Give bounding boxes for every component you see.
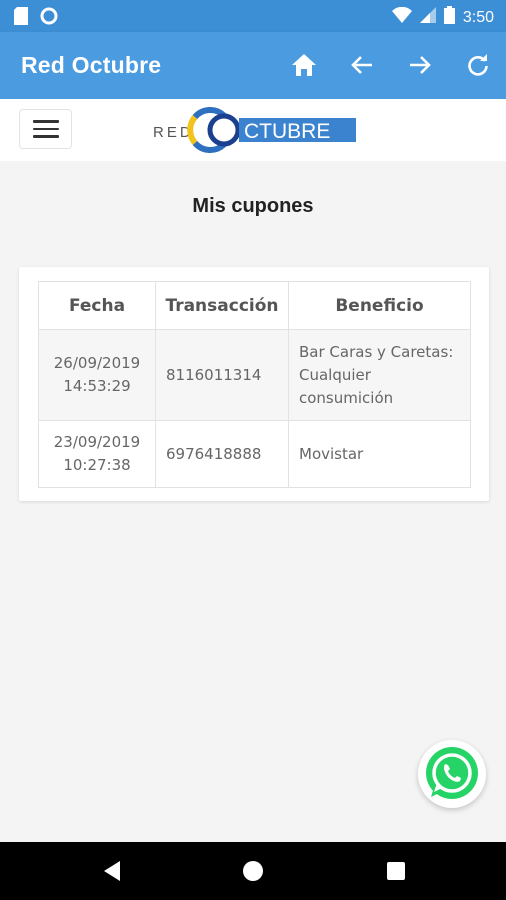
whatsapp-button[interactable] bbox=[418, 740, 486, 808]
app-bar: Red Octubre bbox=[0, 32, 506, 99]
menu-toggle-button[interactable] bbox=[19, 109, 72, 149]
app-title: Red Octubre bbox=[21, 52, 162, 78]
cell-beneficio: Bar Caras y Caretas: Cualquier consumici… bbox=[288, 329, 471, 421]
cell-beneficio: Movistar bbox=[288, 420, 471, 488]
site-header: RED CTUBRE bbox=[0, 99, 506, 161]
cell-fecha: 23/09/2019 10:27:38 bbox=[38, 420, 156, 488]
column-header-beneficio: Beneficio bbox=[288, 281, 471, 330]
table-row: 23/09/2019 10:27:38 6976418888 Movistar bbox=[38, 420, 471, 488]
system-nav-bar bbox=[0, 842, 506, 900]
cell-time: 14:53:29 bbox=[63, 377, 131, 395]
circle-notification-icon bbox=[40, 7, 58, 30]
menu-line bbox=[32, 135, 59, 138]
beneficio-line: Bar Caras y Caretas: bbox=[299, 342, 454, 361]
logo-text-octubre: CTUBRE bbox=[244, 120, 330, 143]
menu-line bbox=[32, 120, 59, 123]
wifi-icon bbox=[391, 6, 412, 28]
home-icon[interactable] bbox=[290, 51, 318, 79]
back-arrow-icon[interactable] bbox=[348, 51, 376, 79]
table-row: 26/09/2019 14:53:29 8116011314 Bar Caras… bbox=[38, 329, 471, 421]
beneficio-line: Cualquier bbox=[299, 365, 371, 384]
sd-card-icon bbox=[14, 7, 28, 30]
page-title: Mis cupones bbox=[192, 195, 314, 217]
beneficio-line: Movistar bbox=[299, 444, 364, 463]
recents-square-icon[interactable] bbox=[383, 858, 409, 884]
cell-date: 23/09/2019 bbox=[53, 433, 141, 451]
cell-date: 26/09/2019 bbox=[53, 354, 141, 372]
status-time: 3:50 bbox=[462, 8, 494, 26]
cell-fecha: 26/09/2019 14:53:29 bbox=[38, 329, 156, 421]
column-header-transaccion: Transacción bbox=[155, 281, 289, 330]
column-header-fecha: Fecha bbox=[38, 281, 156, 330]
menu-line bbox=[32, 127, 59, 131]
cell-time: 10:27:38 bbox=[63, 456, 131, 474]
forward-arrow-icon[interactable] bbox=[406, 51, 434, 79]
beneficio-line: consumición bbox=[299, 388, 394, 407]
signal-icon bbox=[419, 7, 436, 28]
back-triangle-icon[interactable] bbox=[99, 858, 125, 884]
cell-transaccion: 8116011314 bbox=[155, 329, 289, 421]
whatsapp-icon bbox=[426, 747, 478, 799]
battery-icon bbox=[443, 6, 455, 29]
refresh-icon[interactable] bbox=[464, 51, 492, 79]
home-circle-icon[interactable] bbox=[240, 858, 266, 884]
status-bar: 3:50 bbox=[0, 0, 506, 32]
cell-transaccion: 6976418888 bbox=[155, 420, 289, 488]
red-octubre-logo[interactable]: RED CTUBRE bbox=[150, 102, 360, 158]
coupons-card: Fecha Transacción Beneficio 26/09/2019 1… bbox=[19, 267, 489, 501]
coupons-table: Fecha Transacción Beneficio 26/09/2019 1… bbox=[38, 281, 471, 488]
